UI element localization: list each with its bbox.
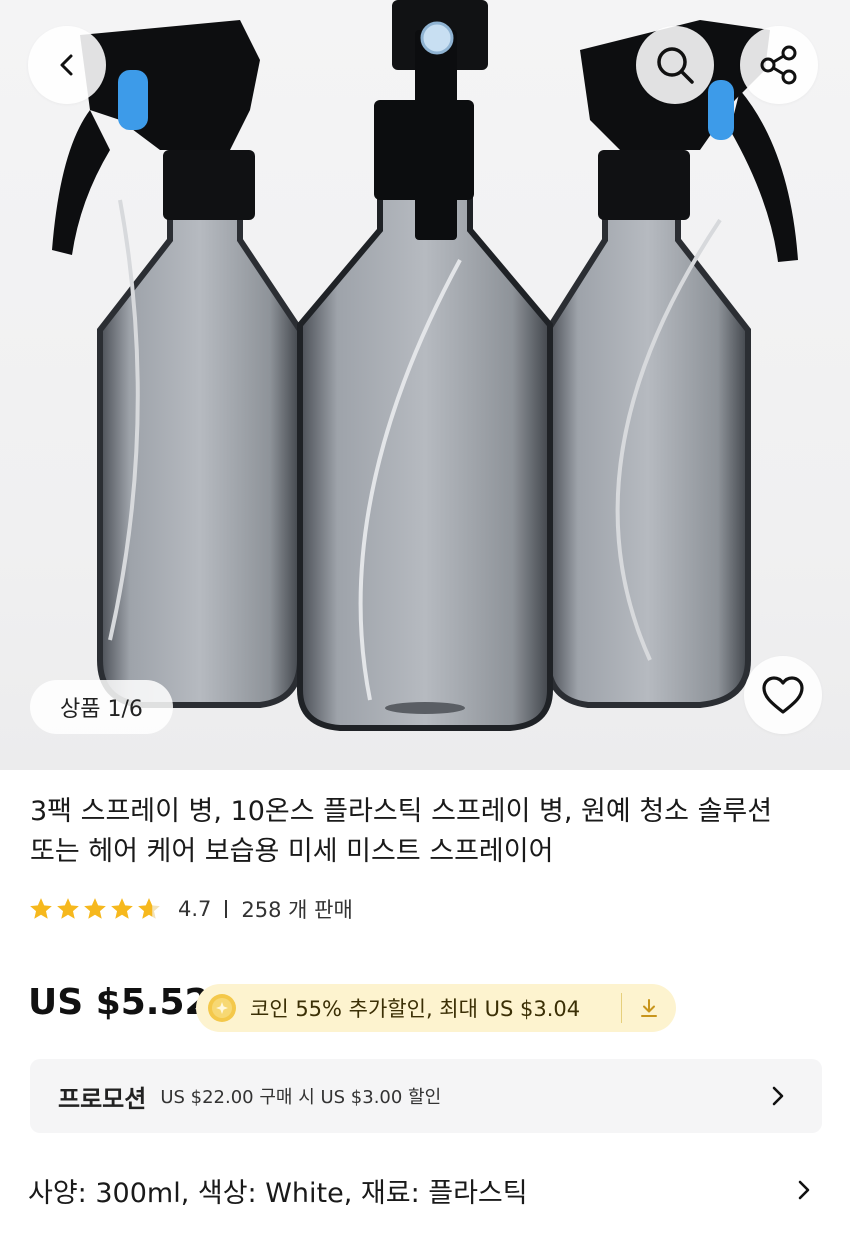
download-icon: [641, 999, 657, 1017]
star-icon: [84, 898, 106, 919]
spec-selector-row[interactable]: 사양: 300ml, 색상: White, 재료: 플라스틱: [28, 1162, 820, 1218]
back-icon: [60, 54, 73, 76]
spec-text: 사양: 300ml, 색상: White, 재료: 플라스틱: [28, 1177, 528, 1209]
chevron-right-icon: [798, 1180, 810, 1200]
promotion-label: 프로모션: [58, 1084, 147, 1113]
product-title-line2: 또는 헤어 케어 보습용 미세 미스트 스프레이어: [30, 836, 554, 867]
coin-icon: [208, 994, 236, 1022]
back-button[interactable]: [28, 26, 106, 104]
coin-discount-badge[interactable]: 코인 55% 추가할인, 최대 US $3.04: [196, 984, 676, 1032]
product-image: [52, 0, 798, 731]
star-icon: [30, 898, 52, 919]
share-button[interactable]: [740, 26, 818, 104]
product-price: US $5.52: [28, 982, 210, 1023]
coupon-download-button[interactable]: [622, 997, 676, 1019]
star-icon: [111, 898, 133, 919]
star-half-icon: [138, 898, 160, 919]
search-icon: [657, 47, 694, 84]
coin-discount-text: 코인 55% 추가할인, 최대 US $3.04: [250, 997, 581, 1021]
chevron-right-icon: [772, 1086, 784, 1106]
sold-count: 258 개 판매: [241, 898, 353, 922]
image-counter: 상품 1/6: [30, 680, 173, 734]
heart-icon: [762, 676, 804, 714]
rating-divider: [225, 900, 228, 918]
star-icon: [57, 898, 79, 919]
wishlist-button[interactable]: [744, 656, 822, 734]
promotion-row[interactable]: 프로모션 US $22.00 구매 시 US $3.00 할인: [30, 1059, 822, 1133]
star-rating: [28, 896, 162, 922]
share-icon: [760, 45, 797, 85]
rating-value: 4.7: [178, 897, 212, 921]
promotion-text: US $22.00 구매 시 US $3.00 할인: [160, 1087, 442, 1108]
product-title: 3팩 스프레이 병, 10온스 플라스틱 스프레이 병, 원예 청소 솔루션 또…: [30, 792, 820, 872]
rating-row[interactable]: 4.7 258 개 판매: [28, 892, 353, 926]
search-button[interactable]: [636, 26, 714, 104]
product-image-gallery[interactable]: 상품 1/6: [0, 0, 850, 770]
product-title-line1: 3팩 스프레이 병, 10온스 플라스틱 스프레이 병, 원예 청소 솔루션: [30, 796, 773, 827]
